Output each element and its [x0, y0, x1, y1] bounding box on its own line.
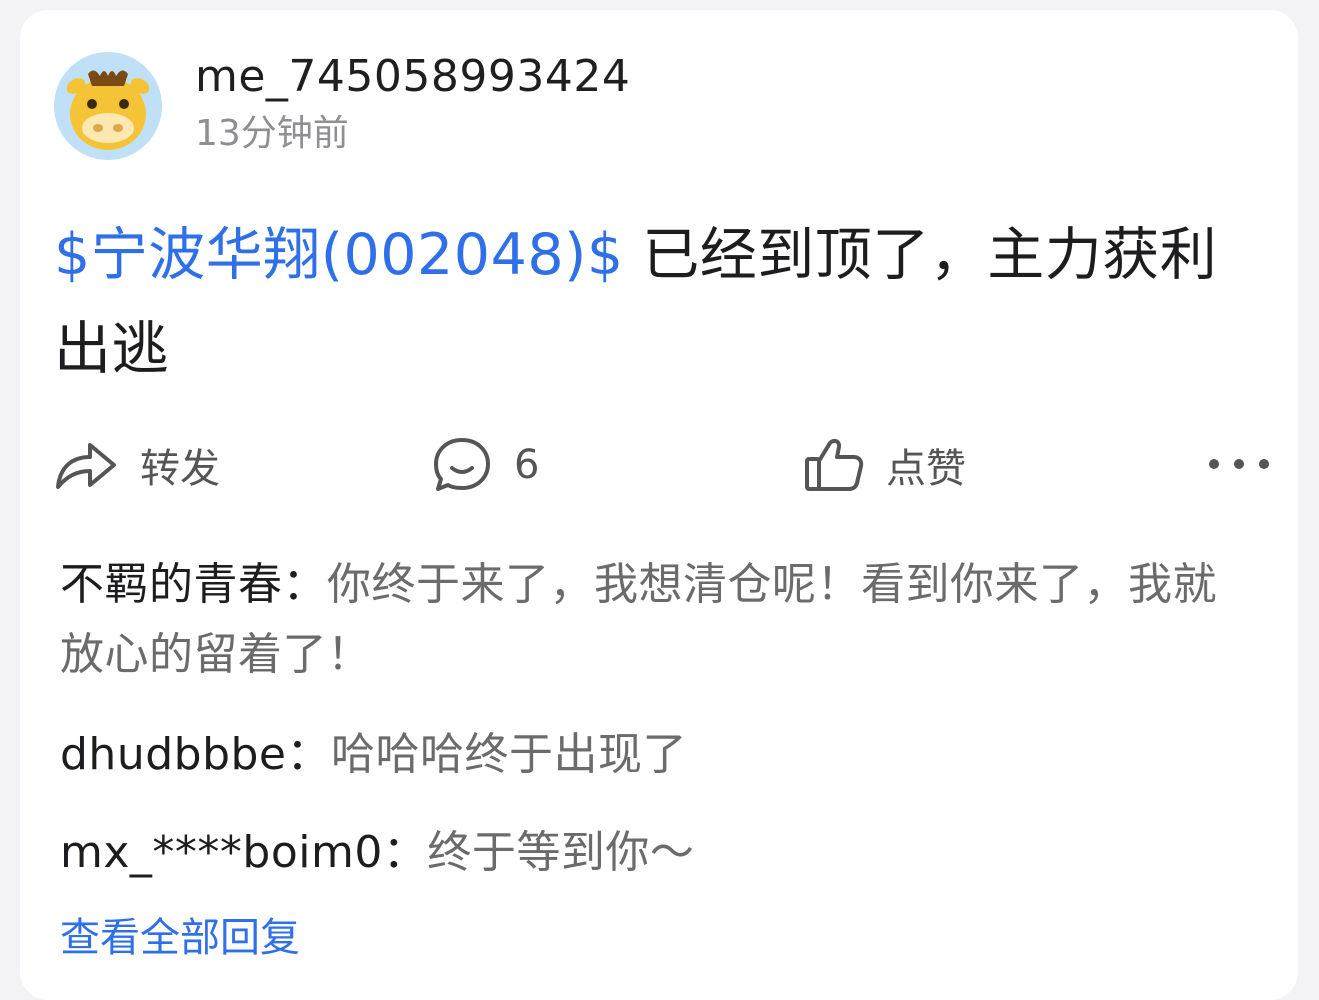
- comment-item[interactable]: 不羁的青春：你终于来了，我想清仓呢！看到你来了，我就放心的留着了！: [60, 550, 1260, 690]
- dot: [1234, 459, 1244, 469]
- comment-author[interactable]: dhudbbbe: [60, 729, 287, 780]
- comment-text: 终于等到你～: [427, 827, 695, 878]
- comment-author[interactable]: 不羁的青春: [60, 559, 283, 610]
- post-time: 13分钟前: [195, 113, 349, 154]
- like-label: 点赞: [886, 446, 966, 492]
- comment-author[interactable]: mx_****boim0: [60, 827, 383, 878]
- comment-bubble-icon: [434, 438, 490, 491]
- avatar[interactable]: [54, 52, 162, 160]
- share-arrow-icon: [56, 443, 116, 489]
- comment-count: 6: [514, 442, 540, 488]
- comment-separator: ：: [286, 729, 331, 780]
- more-dots-icon[interactable]: [1209, 444, 1269, 484]
- author-name[interactable]: me_745058993424: [195, 50, 630, 104]
- view-all-replies-link[interactable]: 查看全部回复: [60, 910, 300, 966]
- dot: [1209, 459, 1219, 469]
- comment-text: 哈哈哈终于出现了: [331, 729, 687, 780]
- comment-item[interactable]: dhudbbbe：哈哈哈终于出现了: [60, 720, 1260, 790]
- comment-separator: ：: [282, 559, 327, 610]
- comment-item[interactable]: mx_****boim0：终于等到你～: [60, 818, 1260, 888]
- like-button[interactable]: 点赞: [804, 430, 966, 500]
- action-bar: 转发 6 点赞: [54, 430, 1269, 500]
- share-button[interactable]: 转发: [54, 430, 220, 500]
- thumbs-up-icon: [805, 438, 864, 491]
- stock-tag-link[interactable]: $宁波华翔(002048)$: [54, 222, 624, 288]
- comment-button[interactable]: 6: [432, 430, 539, 500]
- share-label: 转发: [140, 446, 220, 492]
- post-body: $宁波华翔(002048)$ 已经到顶了，主力获利出逃: [54, 208, 1269, 396]
- cow-avatar-icon: [66, 70, 150, 150]
- dot: [1259, 459, 1269, 469]
- comment-separator: ：: [382, 827, 428, 878]
